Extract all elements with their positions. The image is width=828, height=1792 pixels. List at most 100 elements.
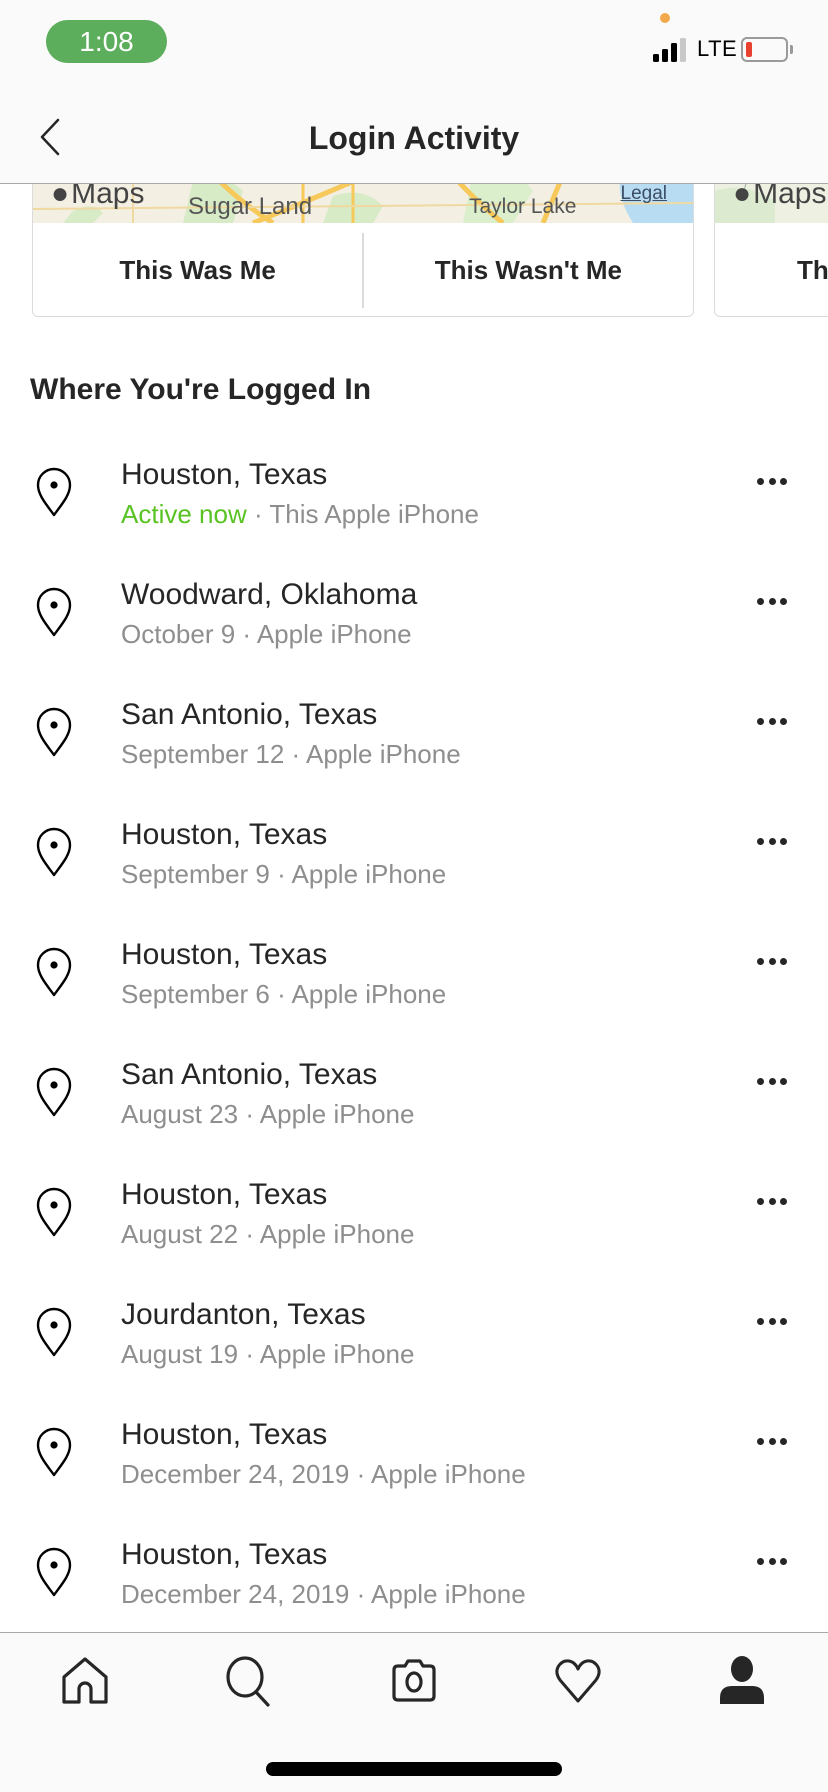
session-row[interactable]: Houston, Texas December 24, 2019 · Apple… — [0, 1520, 828, 1640]
session-row[interactable]: Jourdanton, Texas August 19 · Apple iPho… — [0, 1280, 828, 1400]
ellipsis-dot — [780, 1437, 787, 1445]
ellipsis-dot — [757, 1197, 764, 1205]
more-options-button[interactable] — [752, 1190, 792, 1212]
session-row[interactable]: San Antonio, Texas September 12 · Apple … — [0, 680, 828, 800]
ellipsis-dot — [780, 957, 787, 965]
ellipsis-dot — [757, 837, 764, 845]
more-options-button[interactable] — [752, 1310, 792, 1332]
ellipsis-dot — [780, 837, 787, 845]
separator: · — [238, 1219, 260, 1249]
ellipsis-dot — [757, 717, 764, 725]
map-label: Taylor Lake — [469, 195, 577, 218]
location-pin-icon — [36, 827, 72, 877]
location-pin-icon — [36, 947, 72, 997]
status-time: 1:08 — [46, 20, 167, 63]
this-was-me-button[interactable]: This Was Me — [33, 223, 362, 316]
location-pin-icon — [36, 1187, 72, 1237]
location-pin-icon — [36, 707, 72, 757]
tab-search[interactable] — [219, 1651, 279, 1711]
session-device: Apple iPhone — [371, 1579, 526, 1609]
session-row[interactable]: San Antonio, Texas August 23 · Apple iPh… — [0, 1040, 828, 1160]
cellular-signal-icon — [653, 38, 689, 62]
more-options-button[interactable] — [752, 1550, 792, 1572]
privacy-indicator-dot — [660, 13, 670, 23]
home-indicator[interactable] — [266, 1762, 562, 1776]
session-location: Houston, Texas — [121, 1178, 328, 1211]
login-confirm-actions: Th — [715, 223, 828, 316]
battery-cap — [790, 45, 793, 54]
this-wasnt-me-button[interactable]: This Wasn't Me — [364, 223, 693, 316]
session-device: Apple iPhone — [259, 1339, 415, 1369]
more-options-button[interactable] — [752, 1070, 792, 1092]
session-device: Apple iPhone — [291, 979, 447, 1009]
ellipsis-dot — [768, 1557, 776, 1565]
more-options-button[interactable] — [752, 470, 792, 492]
session-location: San Antonio, Texas — [121, 1058, 378, 1091]
ellipsis-dot — [768, 1317, 776, 1325]
ellipsis-dot — [757, 1317, 764, 1325]
session-location: Houston, Texas — [121, 938, 328, 971]
ellipsis-dot — [768, 717, 776, 725]
session-row[interactable]: Houston, Texas Active now · This Apple i… — [0, 440, 828, 560]
session-status: December 24, 2019 — [121, 1459, 350, 1489]
session-location: San Antonio, Texas — [121, 698, 378, 731]
more-options-button[interactable] — [752, 710, 792, 732]
more-options-button[interactable] — [752, 950, 792, 972]
session-status: Active now — [121, 499, 247, 529]
ellipsis-dot — [780, 1317, 787, 1325]
ellipsis-dot — [757, 597, 764, 605]
map-label: Sugar Land — [188, 193, 313, 220]
session-row[interactable]: Houston, Texas December 24, 2019 · Apple… — [0, 1400, 828, 1520]
ellipsis-dot — [768, 1197, 776, 1205]
session-location: Jourdanton, Texas — [121, 1298, 366, 1331]
tab-activity[interactable] — [548, 1651, 608, 1711]
this-was-me-button[interactable]: Th — [715, 223, 828, 316]
tab-camera[interactable] — [384, 1651, 444, 1711]
more-options-button[interactable] — [752, 590, 792, 612]
session-status: December 24, 2019 — [121, 1579, 350, 1609]
location-pin-icon — [36, 1307, 72, 1357]
separator: · — [349, 1459, 372, 1489]
ellipsis-dot — [757, 957, 764, 965]
profile-icon — [720, 1656, 764, 1704]
separator: · — [238, 1339, 260, 1369]
home-icon — [62, 1657, 108, 1704]
session-status: September 12 — [121, 739, 285, 769]
ellipsis-dot — [768, 837, 776, 845]
search-icon — [226, 1656, 270, 1707]
location-pin-icon — [36, 467, 72, 517]
tab-profile[interactable] — [712, 1651, 772, 1711]
ellipsis-dot — [780, 1557, 787, 1565]
session-status: September 6 — [121, 979, 270, 1009]
session-details: September 9 · Apple iPhone — [121, 859, 446, 890]
location-pin-icon — [36, 1547, 72, 1597]
session-location: Houston, Texas — [121, 1418, 328, 1451]
ellipsis-dot — [780, 477, 787, 485]
location-pin-icon — [36, 587, 72, 637]
ellipsis-dot — [757, 1077, 764, 1085]
session-status: September 9 — [121, 859, 270, 889]
location-pin-icon — [36, 1067, 72, 1117]
session-status: August 22 — [121, 1219, 239, 1249]
separator: · — [349, 1579, 372, 1609]
separator: · — [238, 1099, 260, 1129]
session-location: Houston, Texas — [121, 458, 328, 491]
session-row[interactable]: Houston, Texas August 22 · Apple iPhone — [0, 1160, 828, 1280]
ellipsis-dot — [757, 477, 764, 485]
session-row[interactable]: Houston, Texas September 9 · Apple iPhon… — [0, 800, 828, 920]
session-row[interactable]: Houston, Texas September 6 · Apple iPhon… — [0, 920, 828, 1040]
more-options-button[interactable] — [752, 1430, 792, 1452]
session-location: Woodward, Oklahoma — [121, 578, 418, 611]
session-row[interactable]: Woodward, Oklahoma October 9 · Apple iPh… — [0, 560, 828, 680]
session-details: December 24, 2019 · Apple iPhone — [121, 1579, 526, 1610]
map-legal-link[interactable]: Legal — [621, 183, 668, 205]
network-type: LTE — [697, 36, 738, 61]
separator: · — [269, 859, 292, 889]
session-details: October 9 · Apple iPhone — [121, 619, 412, 650]
session-status: August 23 — [121, 1099, 239, 1129]
heart-icon — [555, 1659, 601, 1703]
more-options-button[interactable] — [752, 830, 792, 852]
tab-home[interactable] — [55, 1651, 115, 1711]
session-device: Apple iPhone — [259, 1219, 415, 1249]
ellipsis-dot — [768, 477, 776, 485]
